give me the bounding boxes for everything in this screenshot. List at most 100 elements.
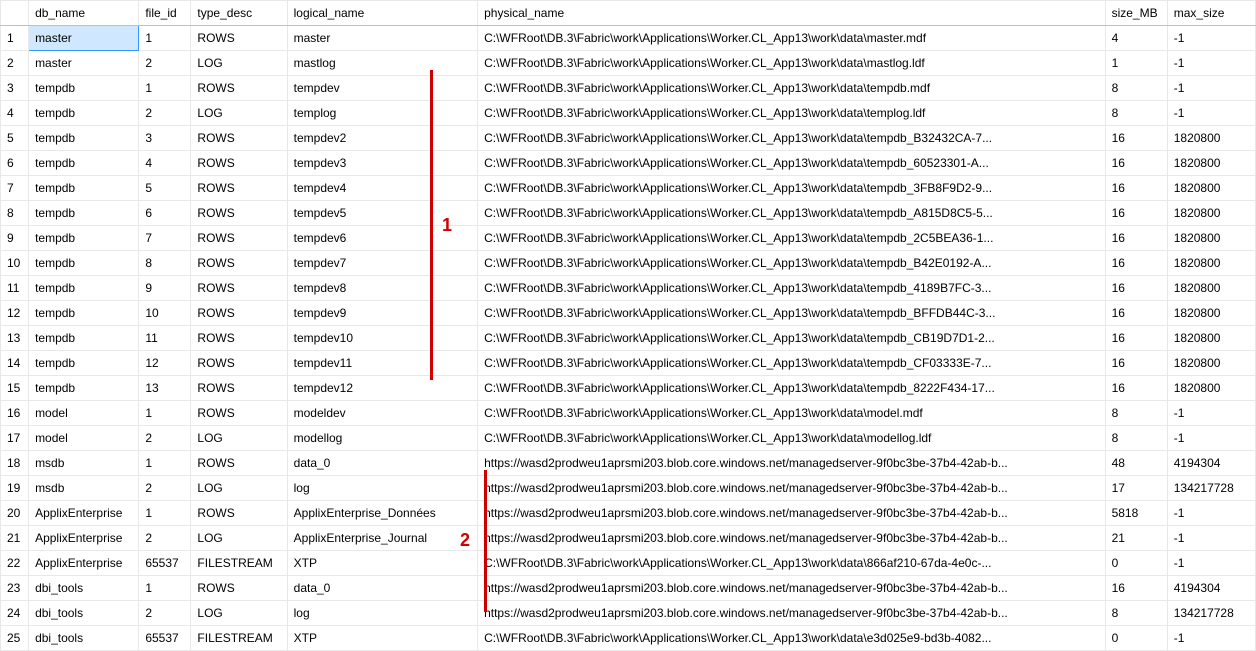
cell-max-size[interactable]: 1820800 <box>1167 251 1255 276</box>
cell-file-id[interactable]: 2 <box>139 526 191 551</box>
cell-size-mb[interactable]: 16 <box>1105 301 1167 326</box>
cell-physical-name[interactable]: C:\WFRoot\DB.3\Fabric\work\Applications\… <box>478 176 1105 201</box>
cell-logical-name[interactable]: XTP <box>287 626 477 651</box>
cell-db-name[interactable]: tempdb <box>29 226 139 251</box>
cell-size-mb[interactable]: 16 <box>1105 376 1167 401</box>
cell-db-name[interactable]: tempdb <box>29 326 139 351</box>
cell-size-mb[interactable]: 16 <box>1105 351 1167 376</box>
table-row[interactable]: 8tempdb6ROWStempdev5C:\WFRoot\DB.3\Fabri… <box>1 201 1256 226</box>
row-number[interactable]: 24 <box>1 601 29 626</box>
cell-size-mb[interactable]: 16 <box>1105 576 1167 601</box>
row-number[interactable]: 15 <box>1 376 29 401</box>
cell-logical-name[interactable]: tempdev <box>287 76 477 101</box>
header-db-name[interactable]: db_name <box>29 1 139 26</box>
cell-file-id[interactable]: 13 <box>139 376 191 401</box>
cell-max-size[interactable]: 1820800 <box>1167 201 1255 226</box>
cell-physical-name[interactable]: https://wasd2prodweu1aprsmi203.blob.core… <box>478 476 1105 501</box>
row-number[interactable]: 22 <box>1 551 29 576</box>
header-row[interactable]: db_name file_id type_desc logical_name p… <box>1 1 1256 26</box>
cell-type-desc[interactable]: ROWS <box>191 251 287 276</box>
cell-physical-name[interactable]: C:\WFRoot\DB.3\Fabric\work\Applications\… <box>478 276 1105 301</box>
cell-physical-name[interactable]: https://wasd2prodweu1aprsmi203.blob.core… <box>478 576 1105 601</box>
cell-type-desc[interactable]: ROWS <box>191 501 287 526</box>
cell-size-mb[interactable]: 16 <box>1105 251 1167 276</box>
cell-max-size[interactable]: -1 <box>1167 551 1255 576</box>
table-row[interactable]: 1master1ROWSmasterC:\WFRoot\DB.3\Fabric\… <box>1 26 1256 51</box>
cell-type-desc[interactable]: LOG <box>191 101 287 126</box>
cell-file-id[interactable]: 11 <box>139 326 191 351</box>
cell-max-size[interactable]: 134217728 <box>1167 476 1255 501</box>
cell-file-id[interactable]: 65537 <box>139 626 191 651</box>
cell-type-desc[interactable]: ROWS <box>191 76 287 101</box>
cell-physical-name[interactable]: C:\WFRoot\DB.3\Fabric\work\Applications\… <box>478 326 1105 351</box>
cell-physical-name[interactable]: C:\WFRoot\DB.3\Fabric\work\Applications\… <box>478 551 1105 576</box>
table-row[interactable]: 16model1ROWSmodeldevC:\WFRoot\DB.3\Fabri… <box>1 401 1256 426</box>
cell-size-mb[interactable]: 21 <box>1105 526 1167 551</box>
cell-type-desc[interactable]: LOG <box>191 601 287 626</box>
cell-logical-name[interactable]: tempdev7 <box>287 251 477 276</box>
cell-physical-name[interactable]: C:\WFRoot\DB.3\Fabric\work\Applications\… <box>478 51 1105 76</box>
cell-type-desc[interactable]: ROWS <box>191 376 287 401</box>
cell-file-id[interactable]: 10 <box>139 301 191 326</box>
cell-file-id[interactable]: 4 <box>139 151 191 176</box>
cell-logical-name[interactable]: mastlog <box>287 51 477 76</box>
cell-size-mb[interactable]: 17 <box>1105 476 1167 501</box>
cell-logical-name[interactable]: tempdev10 <box>287 326 477 351</box>
cell-file-id[interactable]: 2 <box>139 101 191 126</box>
cell-type-desc[interactable]: FILESTREAM <box>191 626 287 651</box>
cell-logical-name[interactable]: log <box>287 476 477 501</box>
cell-type-desc[interactable]: LOG <box>191 51 287 76</box>
cell-type-desc[interactable]: ROWS <box>191 151 287 176</box>
table-row[interactable]: 4tempdb2LOGtemplogC:\WFRoot\DB.3\Fabric\… <box>1 101 1256 126</box>
row-number[interactable]: 19 <box>1 476 29 501</box>
cell-logical-name[interactable]: data_0 <box>287 576 477 601</box>
row-number[interactable]: 18 <box>1 451 29 476</box>
cell-file-id[interactable]: 5 <box>139 176 191 201</box>
table-row[interactable]: 5tempdb3ROWStempdev2C:\WFRoot\DB.3\Fabri… <box>1 126 1256 151</box>
cell-file-id[interactable]: 1 <box>139 401 191 426</box>
cell-db-name[interactable]: model <box>29 401 139 426</box>
table-row[interactable]: 18msdb1ROWSdata_0https://wasd2prodweu1ap… <box>1 451 1256 476</box>
cell-max-size[interactable]: 1820800 <box>1167 126 1255 151</box>
row-number[interactable]: 21 <box>1 526 29 551</box>
cell-max-size[interactable]: 1820800 <box>1167 151 1255 176</box>
row-number[interactable]: 23 <box>1 576 29 601</box>
cell-logical-name[interactable]: data_0 <box>287 451 477 476</box>
cell-physical-name[interactable]: C:\WFRoot\DB.3\Fabric\work\Applications\… <box>478 126 1105 151</box>
cell-logical-name[interactable]: XTP <box>287 551 477 576</box>
table-row[interactable]: 13tempdb11ROWStempdev10C:\WFRoot\DB.3\Fa… <box>1 326 1256 351</box>
row-number[interactable]: 11 <box>1 276 29 301</box>
cell-type-desc[interactable]: ROWS <box>191 576 287 601</box>
table-row[interactable]: 25dbi_tools65537FILESTREAMXTPC:\WFRoot\D… <box>1 626 1256 651</box>
cell-max-size[interactable]: 1820800 <box>1167 326 1255 351</box>
cell-max-size[interactable]: 1820800 <box>1167 301 1255 326</box>
cell-max-size[interactable]: -1 <box>1167 426 1255 451</box>
cell-logical-name[interactable]: tempdev3 <box>287 151 477 176</box>
cell-type-desc[interactable]: ROWS <box>191 226 287 251</box>
cell-db-name[interactable]: tempdb <box>29 151 139 176</box>
cell-file-id[interactable]: 6 <box>139 201 191 226</box>
cell-size-mb[interactable]: 0 <box>1105 551 1167 576</box>
cell-logical-name[interactable]: tempdev9 <box>287 301 477 326</box>
cell-type-desc[interactable]: ROWS <box>191 176 287 201</box>
cell-db-name[interactable]: tempdb <box>29 251 139 276</box>
cell-logical-name[interactable]: master <box>287 26 477 51</box>
cell-file-id[interactable]: 9 <box>139 276 191 301</box>
cell-max-size[interactable]: 134217728 <box>1167 601 1255 626</box>
cell-file-id[interactable]: 1 <box>139 451 191 476</box>
cell-type-desc[interactable]: ROWS <box>191 326 287 351</box>
cell-logical-name[interactable]: ApplixEnterprise_Données <box>287 501 477 526</box>
table-row[interactable]: 10tempdb8ROWStempdev7C:\WFRoot\DB.3\Fabr… <box>1 251 1256 276</box>
row-number[interactable]: 8 <box>1 201 29 226</box>
cell-logical-name[interactable]: tempdev4 <box>287 176 477 201</box>
cell-db-name[interactable]: msdb <box>29 476 139 501</box>
cell-logical-name[interactable]: tempdev12 <box>287 376 477 401</box>
cell-logical-name[interactable]: tempdev11 <box>287 351 477 376</box>
table-row[interactable]: 23dbi_tools1ROWSdata_0https://wasd2prodw… <box>1 576 1256 601</box>
cell-type-desc[interactable]: ROWS <box>191 126 287 151</box>
cell-max-size[interactable]: -1 <box>1167 401 1255 426</box>
cell-logical-name[interactable]: ApplixEnterprise_Journal <box>287 526 477 551</box>
row-number[interactable]: 20 <box>1 501 29 526</box>
cell-physical-name[interactable]: C:\WFRoot\DB.3\Fabric\work\Applications\… <box>478 626 1105 651</box>
cell-physical-name[interactable]: https://wasd2prodweu1aprsmi203.blob.core… <box>478 601 1105 626</box>
